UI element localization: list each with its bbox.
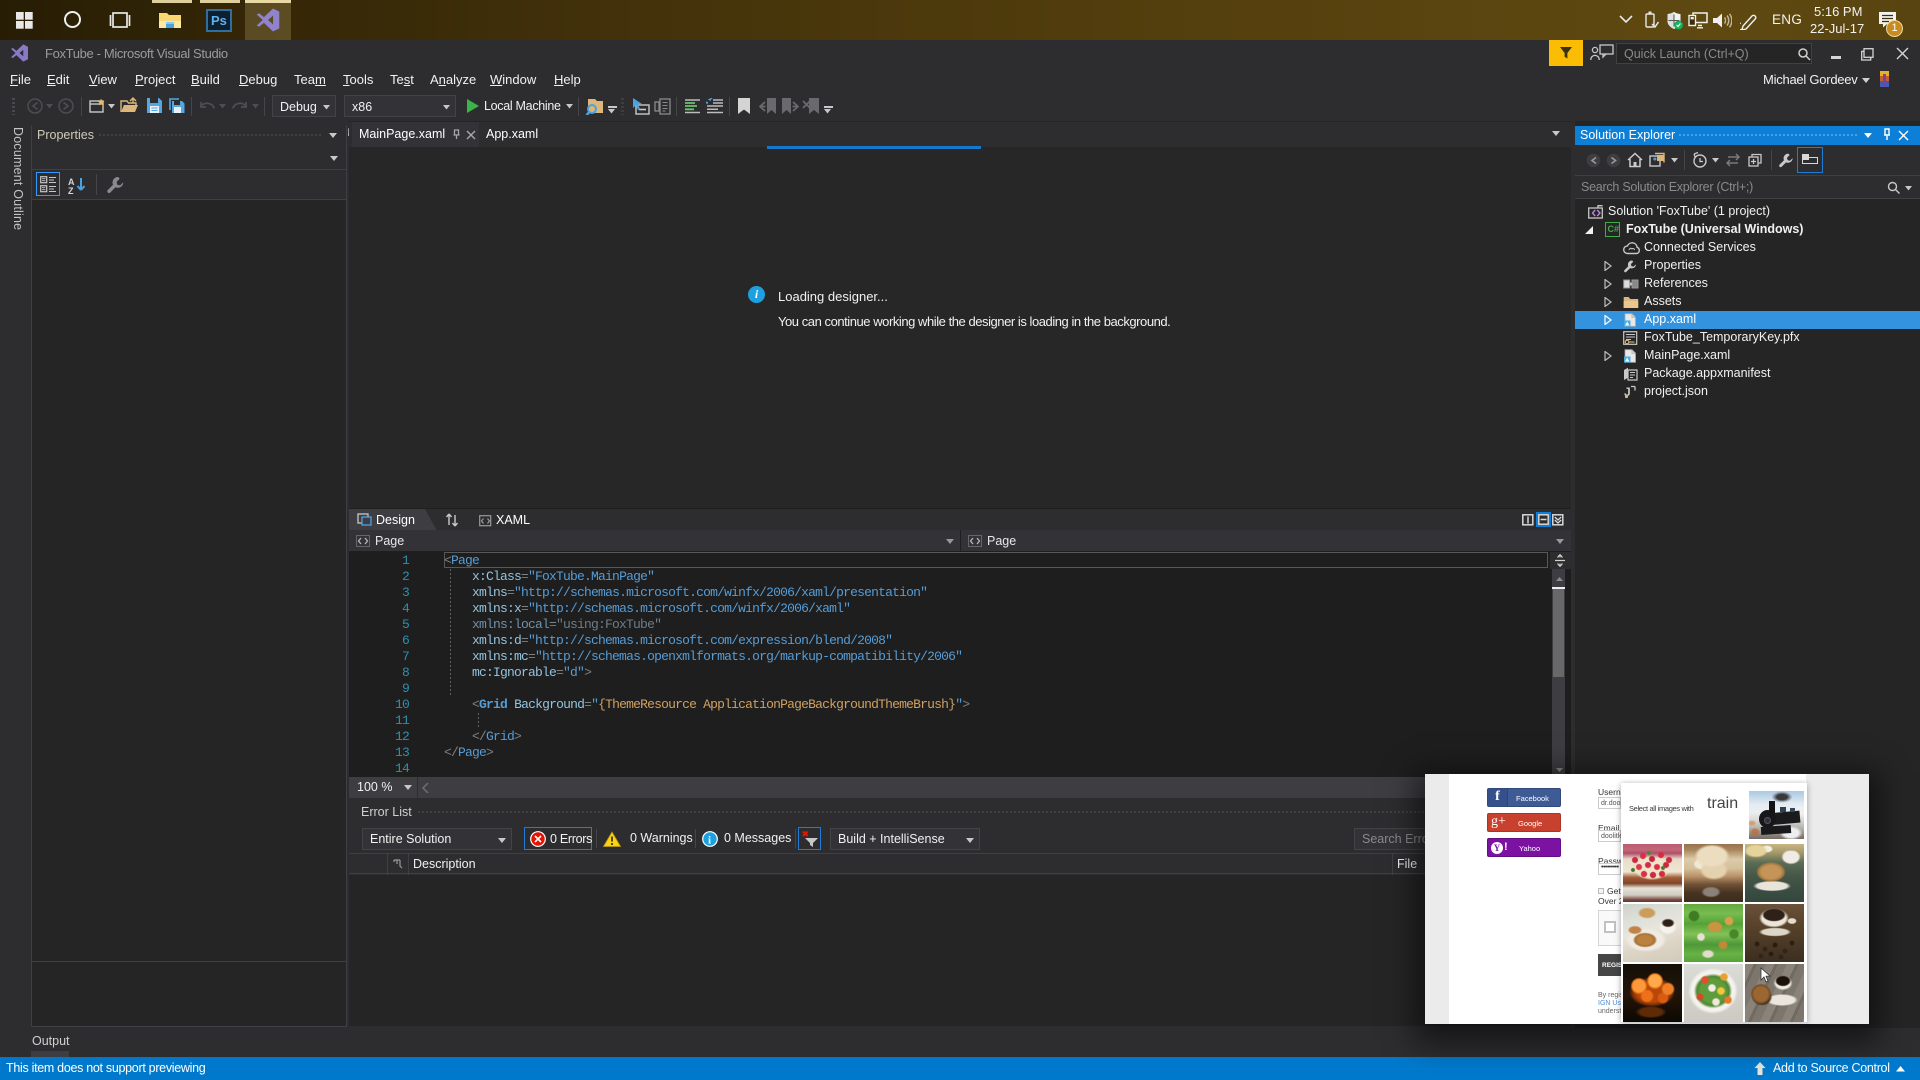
- svg-text:i: i: [708, 835, 711, 847]
- svg-text:Z: Z: [68, 186, 74, 195]
